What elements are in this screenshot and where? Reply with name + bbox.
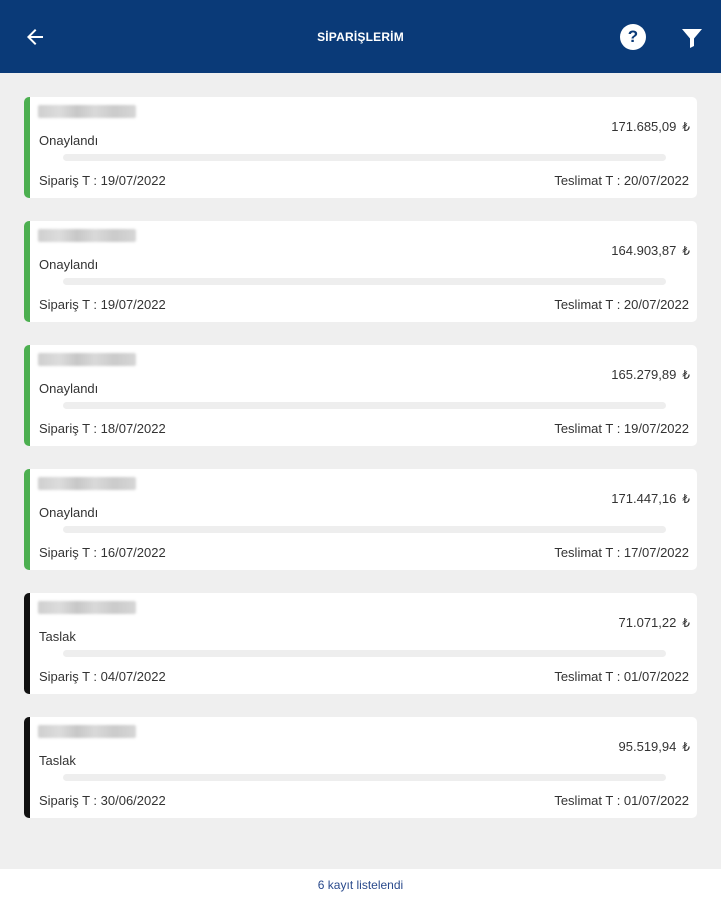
order-status: Onaylandı xyxy=(39,505,99,520)
order-date: Sipariş T : 04/07/2022 xyxy=(39,669,166,684)
order-list: Onaylandı 171.685,09 ₺ Sipariş T : 19/07/… xyxy=(24,97,697,841)
currency-symbol: ₺ xyxy=(682,368,690,382)
order-status: Onaylandı xyxy=(39,381,99,396)
delivery-date: Teslimat T : 01/07/2022 xyxy=(554,793,689,808)
order-status: Onaylandı xyxy=(39,133,99,148)
order-progress-bar xyxy=(63,154,666,161)
order-amount-value: 95.519,94 xyxy=(618,739,677,754)
order-card[interactable]: Taslak 71.071,22 ₺ Sipariş T : 04/07/2022… xyxy=(24,593,697,694)
order-card[interactable]: Onaylandı 165.279,89 ₺ Sipariş T : 18/07/… xyxy=(24,345,697,446)
customer-name-redacted xyxy=(38,601,136,614)
back-button[interactable] xyxy=(20,22,50,52)
currency-symbol: ₺ xyxy=(682,244,690,258)
status-accent-bar xyxy=(24,593,30,694)
currency-symbol: ₺ xyxy=(682,492,690,506)
status-accent-bar xyxy=(24,221,30,322)
app-header: SİPARİŞLERİM ? xyxy=(0,0,721,73)
currency-symbol: ₺ xyxy=(682,740,690,754)
order-date: Sipariş T : 18/07/2022 xyxy=(39,421,166,436)
order-amount-value: 165.279,89 xyxy=(611,367,677,382)
currency-symbol: ₺ xyxy=(682,120,690,134)
help-circle-icon: ? xyxy=(627,27,639,46)
order-status: Taslak xyxy=(39,753,76,768)
order-progress-bar xyxy=(63,650,666,657)
currency-symbol: ₺ xyxy=(682,616,690,630)
order-status: Taslak xyxy=(39,629,76,644)
order-progress-bar xyxy=(63,402,666,409)
order-card[interactable]: Onaylandı 164.903,87 ₺ Sipariş T : 19/07/… xyxy=(24,221,697,322)
record-count-label: 6 kayıt listelendi xyxy=(317,877,404,892)
order-card[interactable]: Taslak 95.519,94 ₺ Sipariş T : 30/06/2022… xyxy=(24,717,697,818)
page-title: SİPARİŞLERİM xyxy=(317,29,404,44)
order-amount: 164.903,87 ₺ xyxy=(611,243,690,258)
customer-name-redacted xyxy=(38,725,136,738)
customer-name-redacted xyxy=(38,477,136,490)
order-amount: 95.519,94 ₺ xyxy=(619,739,690,754)
filter-icon xyxy=(682,29,702,48)
status-accent-bar xyxy=(24,97,30,198)
order-amount-value: 71.071,22 xyxy=(618,615,677,630)
arrow-left-icon xyxy=(27,29,43,45)
order-card[interactable]: Onaylandı 171.447,16 ₺ Sipariş T : 16/07/… xyxy=(24,469,697,570)
order-amount-value: 171.447,16 xyxy=(611,491,677,506)
order-amount-value: 171.685,09 xyxy=(611,119,677,134)
customer-name-redacted xyxy=(38,229,136,242)
delivery-date: Teslimat T : 01/07/2022 xyxy=(554,669,689,684)
delivery-date: Teslimat T : 20/07/2022 xyxy=(554,297,689,312)
order-date: Sipariş T : 16/07/2022 xyxy=(39,545,166,560)
status-accent-bar xyxy=(24,717,30,818)
order-progress-bar xyxy=(63,278,666,285)
order-amount: 171.685,09 ₺ xyxy=(611,119,690,134)
record-count-footer: 6 kayıt listelendi xyxy=(0,869,721,900)
order-progress-bar xyxy=(63,774,666,781)
order-date: Sipariş T : 30/06/2022 xyxy=(39,793,166,808)
status-accent-bar xyxy=(24,469,30,570)
order-amount: 71.071,22 ₺ xyxy=(619,615,690,630)
help-button[interactable]: ? xyxy=(620,24,646,50)
order-card[interactable]: Onaylandı 171.685,09 ₺ Sipariş T : 19/07/… xyxy=(24,97,697,198)
delivery-date: Teslimat T : 19/07/2022 xyxy=(554,421,689,436)
customer-name-redacted xyxy=(38,105,136,118)
order-amount: 165.279,89 ₺ xyxy=(611,367,690,382)
customer-name-redacted xyxy=(38,353,136,366)
filter-button[interactable] xyxy=(680,26,704,50)
order-status: Onaylandı xyxy=(39,257,99,272)
order-date: Sipariş T : 19/07/2022 xyxy=(39,173,166,188)
orders-screen: SİPARİŞLERİM ? Onaylandı 171.685,09 ₺ Sip… xyxy=(0,0,721,900)
status-accent-bar xyxy=(24,345,30,446)
order-progress-bar xyxy=(63,526,666,533)
delivery-date: Teslimat T : 17/07/2022 xyxy=(554,545,689,560)
order-date: Sipariş T : 19/07/2022 xyxy=(39,297,166,312)
delivery-date: Teslimat T : 20/07/2022 xyxy=(554,173,689,188)
order-amount: 171.447,16 ₺ xyxy=(611,491,690,506)
order-amount-value: 164.903,87 xyxy=(611,243,677,258)
